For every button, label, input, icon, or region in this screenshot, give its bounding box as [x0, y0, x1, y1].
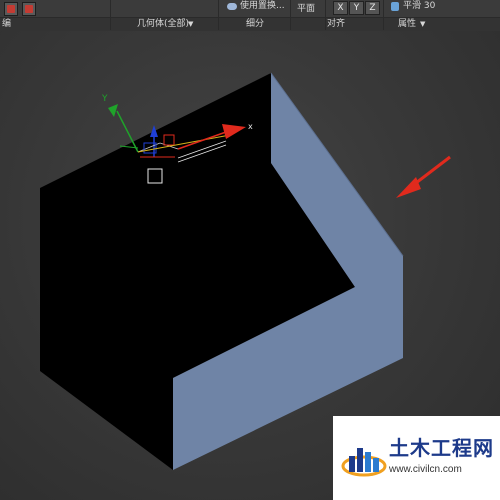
edit-tool-icon[interactable] — [4, 2, 18, 16]
group-label-edit: 编 — [2, 19, 12, 29]
perspective-viewport[interactable]: Y x 土木工程网 www.civilcn.com — [0, 31, 500, 500]
ribbon-group-labels: 编 几何体(全部) ▼ 细分 对齐 属性 ▼ — [0, 17, 500, 31]
use-displace-button[interactable]: 使用置换... — [240, 1, 285, 12]
app-window: 使用置换... 平面 X Y Z 平滑 30 编 几何体(全部) ▼ 细分 对齐… — [0, 0, 500, 500]
ribbon-divider — [325, 0, 326, 30]
axis-z-button[interactable]: Z — [365, 1, 380, 15]
annotation-arrow-icon — [396, 155, 451, 198]
ribbon-divider — [290, 0, 291, 30]
gizmo-x-label: x — [248, 122, 253, 131]
ribbon-divider — [110, 0, 111, 30]
plane-label[interactable]: 平面 — [297, 4, 315, 15]
ribbon-divider — [218, 0, 219, 30]
chevron-down-icon: ▼ — [420, 20, 426, 28]
gizmo-y-label: Y — [101, 94, 108, 104]
axis-x-button[interactable]: X — [333, 1, 348, 15]
watermark-title: 土木工程网 — [389, 436, 494, 460]
watermark-url: www.civilcn.com — [389, 464, 462, 475]
properties-dropdown[interactable]: 属性 — [398, 19, 416, 30]
watermark-logo: 土木工程网 www.civilcn.com — [333, 416, 500, 500]
group-label-align: 对齐 — [327, 19, 346, 29]
chevron-down-icon: ▼ — [188, 20, 194, 28]
group-label-subdivide: 细分 — [246, 19, 265, 29]
logo-emblem-icon — [341, 448, 387, 477]
smooth-icon — [391, 2, 399, 11]
ribbon-toolbar: 使用置换... 平面 X Y Z 平滑 30 编 几何体(全部) ▼ 细分 对齐… — [0, 0, 500, 31]
geometry-all-dropdown[interactable]: 几何体(全部) — [137, 19, 189, 30]
ribbon-controls-row: 使用置换... 平面 X Y Z 平滑 30 — [0, 0, 500, 17]
axis-y-button[interactable]: Y — [349, 1, 364, 15]
smooth-button[interactable]: 平滑 30 — [403, 1, 435, 12]
cloud-icon — [227, 3, 237, 10]
ribbon-divider — [383, 0, 384, 30]
edit-tool-icon-2[interactable] — [22, 2, 36, 16]
